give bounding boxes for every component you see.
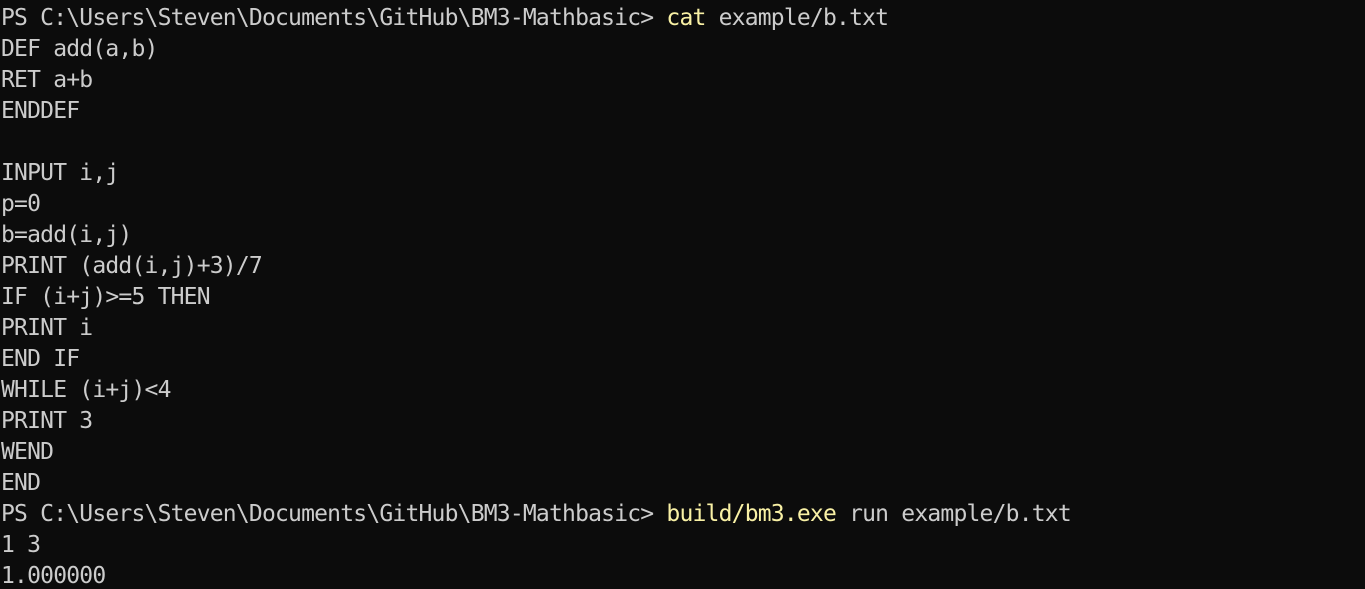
output-line: INPUT i,j [1,160,119,186]
output-line: WEND [1,439,54,465]
command-args: run example/b.txt [836,501,1072,527]
output-line: p=0 [1,191,41,217]
output-line: WHILE (i+j)<4 [1,377,171,403]
terminal-window[interactable]: PS C:\Users\Steven\Documents\GitHub\BM3-… [0,0,1365,589]
command-args: example/b.txt [705,5,889,31]
prompt-text: PS C:\Users\Steven\Documents\GitHub\BM3-… [1,5,667,31]
command-name: build/bm3.exe [666,501,837,527]
prompt-line: PS C:\Users\Steven\Documents\GitHub\BM3-… [1,3,1365,34]
output-line: DEF add(a,b) [1,36,158,62]
output-line: RET a+b [1,67,93,93]
output-line: PRINT (add(i,j)+3)/7 [1,253,263,279]
output-line: ENDDEF [1,98,80,124]
output-line: 1 3 [1,532,41,558]
output-line: PRINT i [1,315,93,341]
output-line: END IF [1,346,80,372]
output-line: IF (i+j)>=5 THEN [1,284,211,310]
output-line: PRINT 3 [1,408,93,434]
prompt-text: PS C:\Users\Steven\Documents\GitHub\BM3-… [1,501,667,527]
output-line: END [1,470,41,496]
output-line: 1.000000 [1,563,106,589]
prompt-line: PS C:\Users\Steven\Documents\GitHub\BM3-… [1,499,1365,530]
output-line: b=add(i,j) [1,222,132,248]
command-name: cat [666,5,706,31]
